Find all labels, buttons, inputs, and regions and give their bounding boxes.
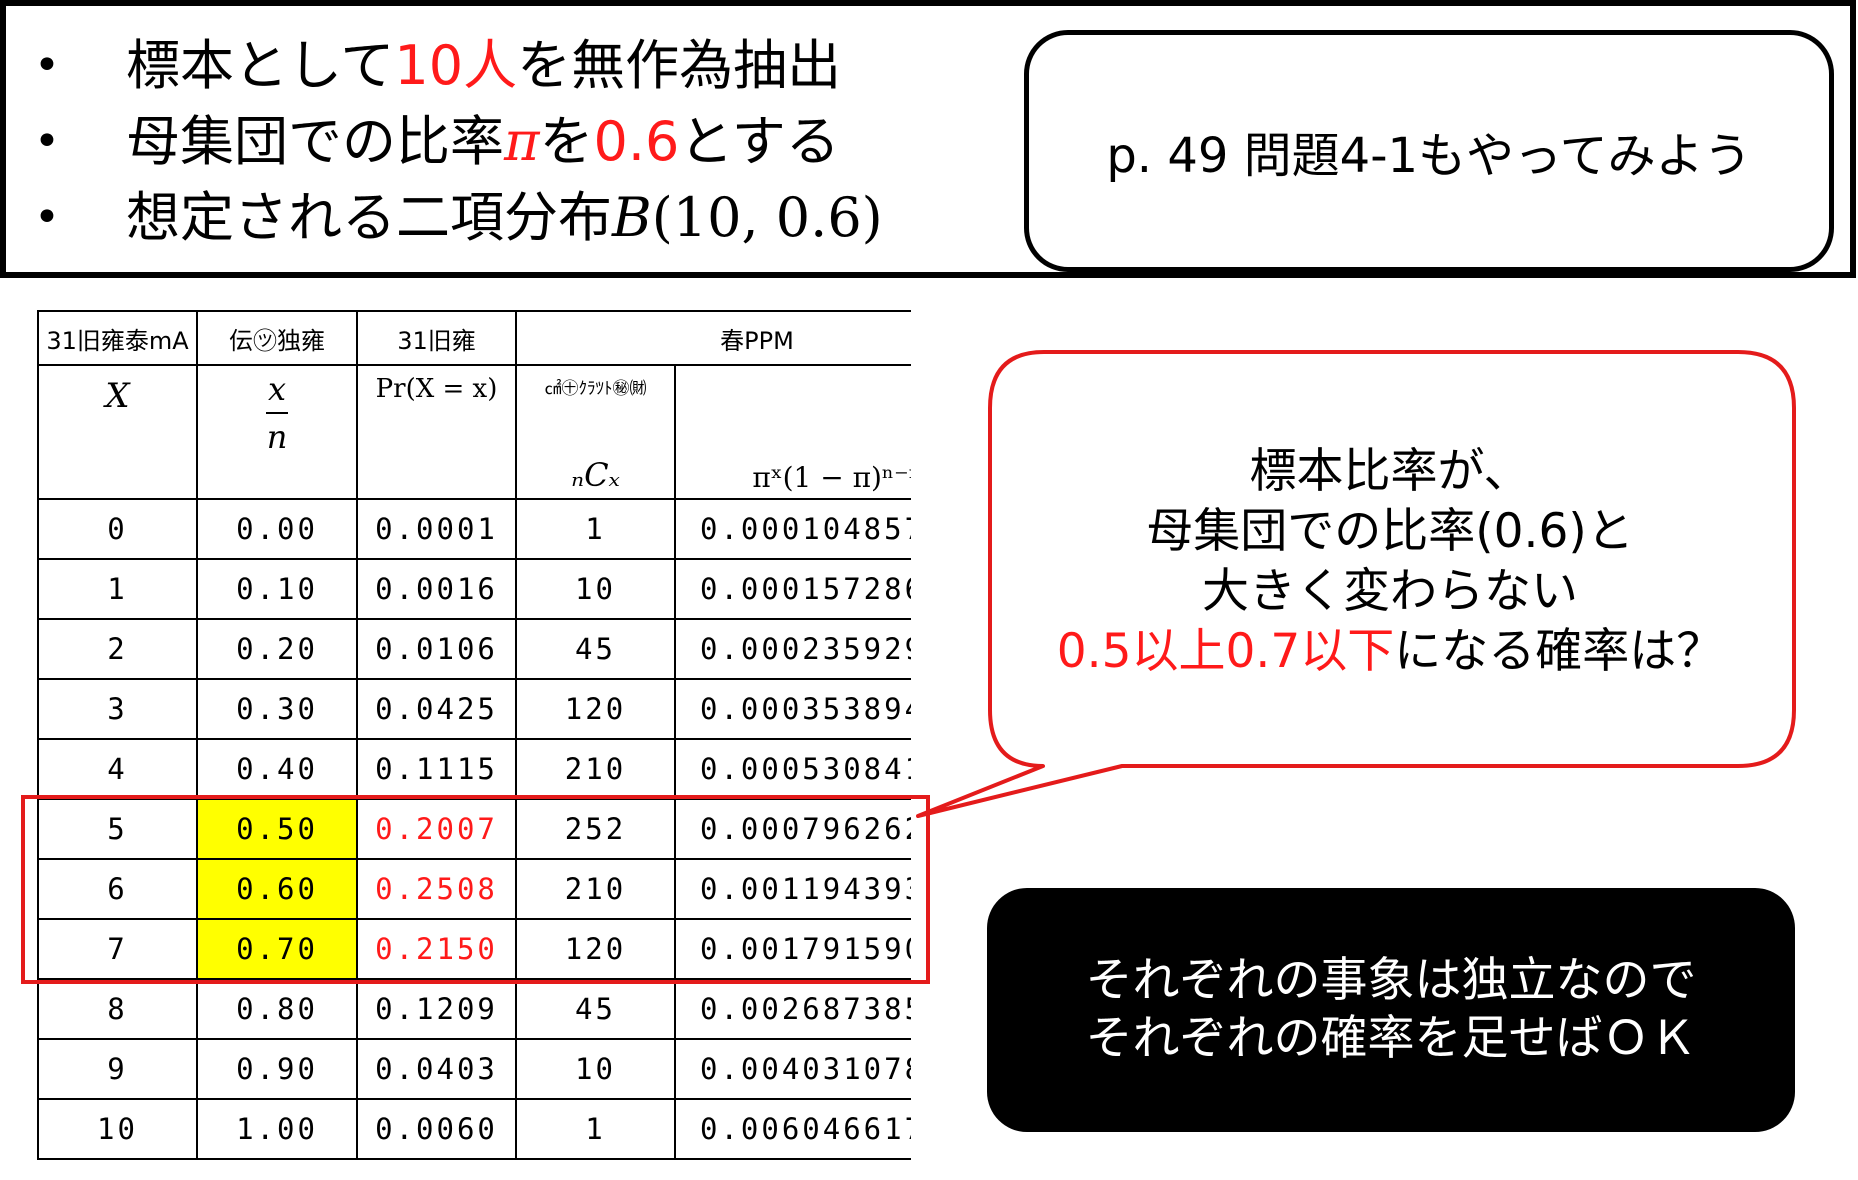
bubble-question: になる確率は？	[1394, 624, 1724, 679]
bubble-line: 標本比率が、	[1249, 444, 1531, 499]
summary-line: それぞれの確率を足せばＯＫ	[1085, 1011, 1697, 1066]
summary-line: それぞれの事象は独立なので	[1085, 953, 1697, 1008]
bubble-highlight: 0.5以上0.7以下	[1056, 624, 1395, 679]
summary-box: それぞれの事象は独立なので それぞれの確率を足せばＯＫ	[987, 888, 1795, 1132]
bubble-line: 母集団での比率(0.6)と	[1146, 504, 1634, 559]
bubble-line: 大きく変わらない	[1202, 564, 1578, 619]
bubble-line: 0.5以上0.7以下になる確率は？	[990, 622, 1790, 682]
speech-bubble-text: 標本比率が、 母集団での比率(0.6)と 大きく変わらない 0.5以上0.7以下…	[990, 442, 1790, 682]
